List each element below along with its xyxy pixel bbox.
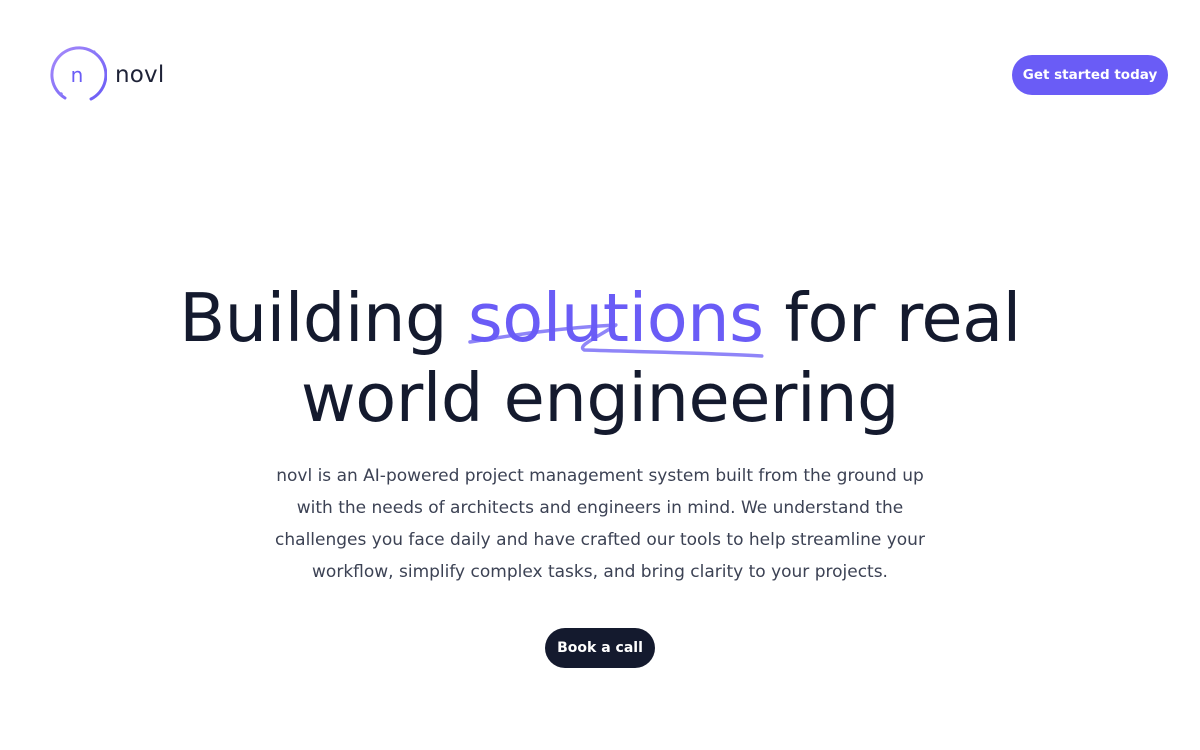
hero-title: Building solutions for real world engine… [0, 278, 1200, 438]
logo-letter: n [71, 63, 84, 87]
hero-title-before: Building [179, 279, 448, 357]
get-started-button[interactable]: Get started today [1012, 55, 1168, 95]
hero-description: novl is an AI-powered project management… [275, 466, 925, 582]
hero-title-line-2: world engineering [300, 359, 900, 437]
book-call-button[interactable]: Book a call [545, 628, 655, 668]
novl-logo-icon: n [50, 46, 107, 101]
hero-title-accent: solutions [468, 278, 764, 358]
hero-title-accent-word: solutions [467, 279, 764, 357]
hero-title-line-1: Building solutions for real [0, 278, 1200, 358]
brand-name: novl [115, 62, 165, 88]
landing-page: n novl Get started today Building soluti… [0, 0, 1200, 750]
hero-title-after: for real [784, 279, 1021, 357]
logo-link[interactable]: n novl [49, 46, 164, 104]
